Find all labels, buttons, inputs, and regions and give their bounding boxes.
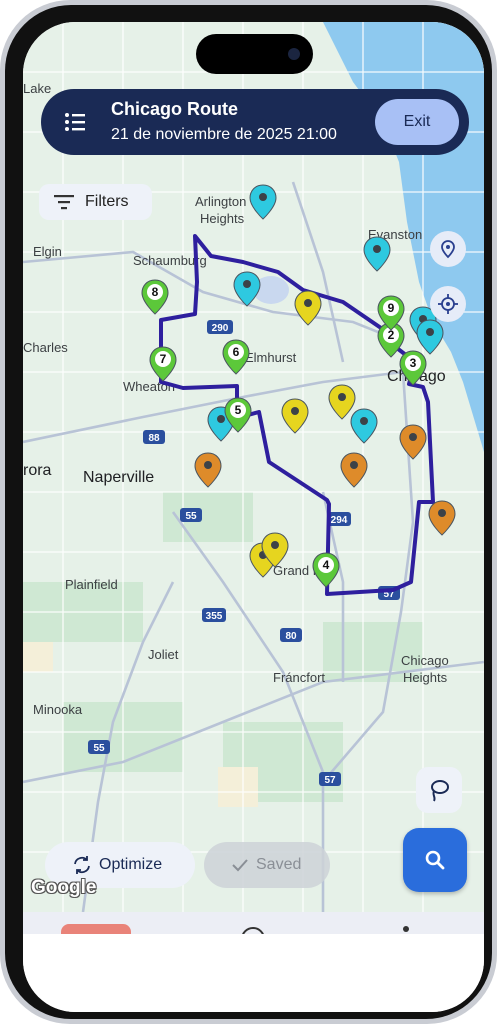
map-marker-orange[interactable] [194, 452, 222, 488]
map-marker-cyan[interactable] [249, 184, 277, 220]
place-label: Plainfield [65, 577, 118, 592]
hwy-290: 290 [212, 323, 229, 334]
svg-text:6: 6 [233, 345, 240, 359]
route-date: 21 de noviembre de 2025 21:00 [111, 126, 337, 143]
filter-icon [54, 195, 74, 210]
place-label: Chicago [401, 653, 449, 668]
map-marker-yellow[interactable] [281, 398, 309, 434]
hwy-55-south: 55 [93, 743, 105, 754]
svg-text:9: 9 [388, 301, 395, 315]
hwy-55: 55 [185, 511, 197, 522]
hwy-88: 88 [148, 433, 160, 444]
map-marker-cyan[interactable] [350, 408, 378, 444]
hwy-57-south: 57 [324, 775, 336, 786]
route-stop-7[interactable]: 7 [149, 346, 177, 382]
route-stop-8[interactable]: 8 [141, 279, 169, 315]
hwy-294: 294 [331, 515, 348, 526]
lasso-select-button[interactable] [416, 767, 462, 813]
place-label: rora [23, 462, 52, 479]
camera-dot [288, 48, 300, 60]
hwy-80: 80 [285, 631, 297, 642]
map-marker-yellow[interactable] [294, 290, 322, 326]
route-stop-3[interactable]: 3 [399, 350, 427, 386]
place-label: Heights [200, 211, 245, 226]
map-marker-cyan[interactable] [363, 236, 391, 272]
route-stop-9[interactable]: 9 [377, 295, 405, 331]
location-refresh-icon [441, 240, 455, 259]
place-label: Minooka [33, 702, 83, 717]
filters-button[interactable]: Filters [39, 184, 152, 220]
svg-text:8: 8 [152, 285, 159, 299]
google-attribution: Google [31, 877, 97, 898]
place-label: Elgin [33, 244, 62, 259]
route-title: Chicago Route [111, 99, 239, 119]
place-label: Charles [23, 340, 68, 355]
map-marker-cyan[interactable] [233, 271, 261, 307]
route-list-icon[interactable] [61, 108, 89, 136]
map-marker-orange[interactable] [399, 424, 427, 460]
saved-label: Saved [256, 856, 302, 873]
place-label: Fráncfort [273, 670, 325, 685]
svg-text:5: 5 [235, 403, 242, 417]
lasso-icon [431, 780, 449, 802]
place-label: Elmhurst [245, 350, 297, 365]
search-icon [425, 850, 445, 870]
hwy-355: 355 [206, 611, 223, 622]
screen: 290 88 55 294 355 80 57 55 57 Lake Arlin… [23, 22, 484, 1012]
map-marker-yellow[interactable] [261, 532, 289, 568]
map-marker-orange[interactable] [340, 452, 368, 488]
route-stop-5[interactable]: 5 [224, 397, 252, 433]
phone-frame: 290 88 55 294 355 80 57 55 57 Lake Arlin… [0, 0, 497, 1024]
dynamic-island [196, 34, 313, 74]
filters-label: Filters [85, 193, 129, 210]
my-location-button[interactable] [430, 286, 466, 322]
svg-text:7: 7 [160, 352, 167, 366]
place-label-naperville: Naperville [83, 469, 154, 486]
route-header: Chicago Route 21 de noviembre de 2025 21… [41, 89, 469, 155]
optimize-icon [74, 856, 90, 874]
map-view[interactable]: 290 88 55 294 355 80 57 55 57 Lake Arlin… [23, 22, 484, 912]
nav-profile-icon[interactable] [403, 926, 409, 932]
map-marker-orange[interactable] [428, 500, 456, 536]
bottom-area [23, 934, 484, 1012]
route-stop-6[interactable]: 6 [222, 339, 250, 375]
search-button[interactable] [403, 828, 467, 892]
place-label: Joliet [148, 647, 179, 662]
check-icon [232, 859, 248, 872]
svg-text:4: 4 [323, 558, 330, 572]
crosshair-icon [438, 294, 458, 314]
place-label: Arlington [195, 194, 246, 209]
saved-button: Saved [204, 842, 330, 888]
route-stop-4[interactable]: 4 [312, 552, 340, 588]
optimize-label: Optimize [99, 856, 163, 873]
map-canvas: 290 88 55 294 355 80 57 55 57 Lake Arlin… [23, 22, 484, 912]
place-label: Lake [23, 81, 51, 96]
phone-bezel: 290 88 55 294 355 80 57 55 57 Lake Arlin… [5, 5, 492, 1019]
refresh-location-button[interactable] [430, 231, 466, 267]
place-label: Heights [403, 670, 448, 685]
svg-text:3: 3 [410, 356, 417, 370]
bottom-nav-bar [23, 912, 484, 951]
exit-button[interactable]: Exit [375, 99, 459, 145]
